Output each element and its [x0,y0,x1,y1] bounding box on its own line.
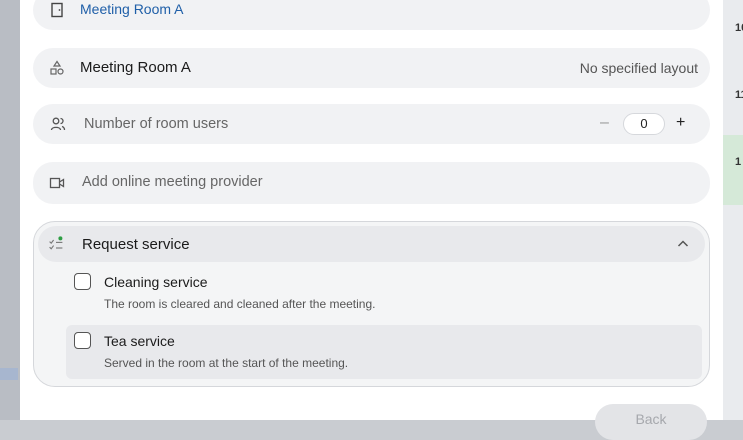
request-service-header[interactable]: Request service [38,226,705,262]
service-option-description: The room is cleared and cleaned after th… [104,297,376,311]
online-meeting-provider-row[interactable]: Add online meeting provider [33,162,710,204]
room-users-row: Number of room users – 0 + [33,104,710,144]
background-event-block [723,135,743,205]
cleaning-service-checkbox[interactable] [74,273,91,290]
decrement-button[interactable]: – [600,114,609,132]
service-option-description: Served in the room at the start of the m… [104,356,349,370]
background-event-block [0,368,18,380]
service-option-title[interactable]: Tea service [104,333,175,349]
time-label: 1 [735,156,742,168]
booking-dialog: Meeting Room A Meeting Room A No specifi… [20,0,723,440]
shapes-icon [49,60,65,76]
room-selector-value[interactable]: Meeting Room A [80,1,184,17]
door-icon [49,2,65,18]
online-meeting-provider-label[interactable]: Add online meeting provider [82,174,263,190]
back-button[interactable]: Back [595,404,707,440]
room-layout-row[interactable]: Meeting Room A No specified layout [33,48,710,88]
checklist-icon [46,234,66,254]
room-name: Meeting Room A [80,59,191,76]
layout-value[interactable]: No specified layout [580,60,698,76]
increment-button[interactable]: + [676,114,685,132]
room-users-label: Number of room users [84,116,229,132]
tea-service-checkbox[interactable] [74,332,91,349]
background-overlay-left [0,0,20,420]
chevron-up-icon[interactable] [675,236,691,252]
users-icon [50,116,66,132]
background-calendar-strip: 10 11 1 [723,0,743,420]
service-option-title[interactable]: Cleaning service [104,274,208,290]
time-label: 10 [735,22,743,34]
room-users-input[interactable]: 0 [623,113,665,135]
time-label: 11 [735,89,743,101]
request-service-title: Request service [82,236,190,253]
request-service-panel: Request service Cleaning service The roo… [33,221,710,387]
video-icon [49,175,65,191]
room-selector[interactable]: Meeting Room A [33,0,710,30]
